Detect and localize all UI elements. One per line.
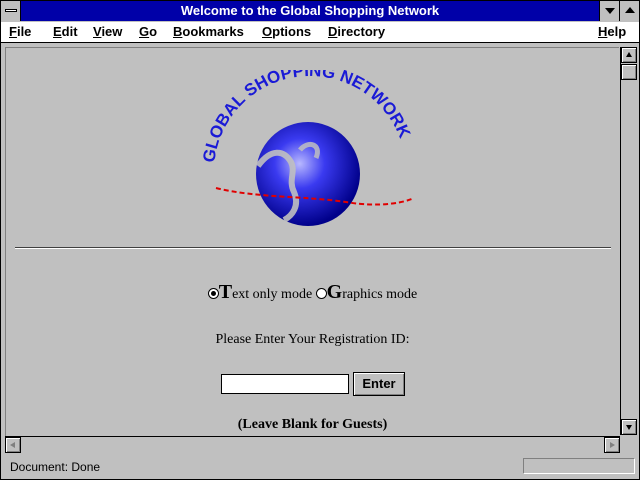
page-content: GLOBAL SHOPPING NETWORK Text only mode G… — [5, 47, 619, 436]
horizontal-divider — [15, 247, 611, 249]
menu-options-hotkey: O — [262, 24, 273, 39]
vertical-scrollbar[interactable] — [620, 47, 637, 435]
arrow-right-icon — [610, 442, 615, 448]
menu-bookmarks[interactable]: Bookmarks — [173, 24, 244, 39]
arrow-left-icon — [10, 442, 15, 448]
browser-window: Welcome to the Global Shopping Network F… — [0, 0, 640, 480]
horizontal-scrollbar[interactable] — [5, 436, 620, 453]
menu-edit-label: dit — [61, 24, 78, 39]
menu-directory[interactable]: Directory — [328, 24, 385, 39]
menu-bar: File Edit View Go Bookmarks Options Dire… — [1, 22, 639, 43]
menu-options[interactable]: Options — [262, 24, 311, 39]
arrow-down-icon — [626, 425, 632, 430]
menu-go-hotkey: G — [139, 24, 150, 39]
menu-help[interactable]: Help — [598, 24, 626, 39]
progress-box — [523, 458, 635, 474]
menu-view[interactable]: View — [93, 24, 122, 39]
menu-options-label: ptions — [272, 24, 312, 39]
system-menu-icon — [5, 9, 17, 12]
menu-directory-hotkey: D — [328, 24, 338, 39]
menu-view-label: iew — [101, 24, 123, 39]
guest-note: (Leave Blank for Guests) — [237, 417, 388, 432]
system-menu-button[interactable] — [1, 1, 21, 21]
registration-prompt: Please Enter Your Registration ID: — [215, 332, 410, 347]
title-bar: Welcome to the Global Shopping Network — [1, 1, 639, 21]
registration-id-input[interactable] — [221, 374, 349, 394]
menu-file-hotkey: F — [9, 24, 17, 39]
maximize-button[interactable] — [619, 1, 639, 21]
menu-go-label: o — [149, 24, 158, 39]
enter-button[interactable]: Enter — [353, 372, 405, 396]
vertical-scroll-thumb[interactable] — [621, 64, 637, 80]
global-shopping-network-logo: GLOBAL SHOPPING NETWORK — [199, 70, 415, 226]
menu-edit[interactable]: Edit — [53, 24, 78, 39]
graphics-label: raphics mode — [342, 287, 418, 302]
scroll-left-button[interactable] — [5, 437, 21, 453]
text-only-radio[interactable] — [207, 288, 219, 299]
window-title: Welcome to the Global Shopping Network — [180, 3, 440, 18]
scrollbar-corner — [620, 435, 637, 452]
minimize-button[interactable] — [599, 1, 619, 21]
menu-edit-hotkey: E — [53, 24, 62, 39]
menu-file-label: ile — [16, 24, 32, 39]
arrow-up-icon — [626, 52, 632, 57]
text-only-label: ext only mode — [232, 287, 313, 302]
status-text: Document: Done — [10, 460, 101, 474]
menu-bookmarks-hotkey: B — [173, 24, 183, 39]
graphics-initial: G — [326, 281, 343, 303]
menu-directory-label: irectory — [337, 24, 386, 39]
minimize-icon — [605, 8, 615, 14]
text-only-initial: T — [218, 281, 233, 303]
menu-go[interactable]: Go — [139, 24, 157, 39]
scroll-up-button[interactable] — [621, 47, 637, 63]
scroll-right-button[interactable] — [604, 437, 620, 453]
registration-row: Enter — [6, 372, 619, 396]
scroll-down-button[interactable] — [621, 419, 637, 435]
menu-bookmarks-label: ookmarks — [182, 24, 244, 39]
graphics-radio[interactable] — [315, 288, 327, 299]
mode-selector: Text only mode Graphics mode — [6, 281, 619, 304]
maximize-icon — [625, 7, 635, 13]
menu-help-label: elp — [607, 24, 627, 39]
menu-help-hotkey: H — [598, 24, 608, 39]
menu-file[interactable]: File — [9, 24, 31, 39]
status-bar: Document: Done — [5, 457, 635, 477]
globe-icon — [256, 122, 360, 226]
